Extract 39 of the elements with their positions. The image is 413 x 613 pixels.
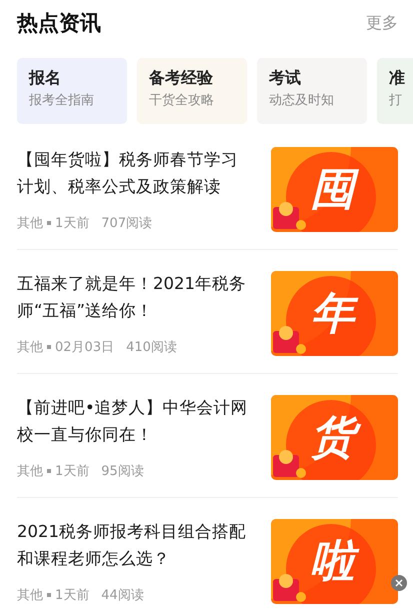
article-title[interactable]: 【囤年货啦】税务师春节学习计划、税率公式及政策解读 xyxy=(17,146,251,200)
article-source: 其他 xyxy=(17,339,43,356)
article-time: 02月03日 xyxy=(55,339,114,356)
article-source: 其他 xyxy=(17,587,43,604)
category-title: 报名 xyxy=(29,68,62,89)
category-card[interactable]: 备考经验 干货全攻略 xyxy=(137,58,247,124)
thumbnail-caption: 货 xyxy=(306,410,362,465)
separator-icon xyxy=(47,469,51,473)
article-title[interactable]: 2021税务师报考科目组合搭配和课程老师怎么选？ xyxy=(17,518,251,572)
read-count: 95阅读 xyxy=(101,463,144,480)
read-count: 44阅读 xyxy=(101,587,144,604)
thumbnail-caption: 啦 xyxy=(306,534,362,589)
section-title: 热点资讯 xyxy=(17,10,101,37)
separator-icon xyxy=(47,221,51,225)
category-title: 备考经验 xyxy=(149,68,214,89)
article-source: 其他 xyxy=(17,215,43,232)
article-time: 1天前 xyxy=(55,463,90,480)
read-count: 410阅读 xyxy=(126,339,177,356)
thumbnail-caption: 年 xyxy=(306,286,362,341)
close-icon xyxy=(395,579,403,587)
category-subtitle: 干货全攻略 xyxy=(149,92,215,109)
category-title: 准 xyxy=(389,68,406,89)
article-time: 1天前 xyxy=(55,587,90,604)
category-subtitle: 报考全指南 xyxy=(29,92,95,109)
category-card[interactable]: 考试 动态及时知 xyxy=(257,58,367,124)
category-card[interactable]: 报名 报考全指南 xyxy=(17,58,127,124)
category-title: 考试 xyxy=(269,68,302,89)
thumbnail-caption: 囤 xyxy=(306,162,362,217)
category-subtitle: 动态及时知 xyxy=(269,92,335,109)
article-title[interactable]: 【前进吧•追梦人】中华会计网校一直与你同在！ xyxy=(17,394,251,448)
article-title[interactable]: 五福来了就是年！2021年税务师“五福”送给你！ xyxy=(17,270,251,324)
article-time: 1天前 xyxy=(55,215,90,232)
category-card[interactable]: 准 打 xyxy=(377,58,413,124)
separator-icon xyxy=(47,345,51,349)
close-button[interactable] xyxy=(391,575,407,591)
separator-icon xyxy=(47,593,51,597)
article-source: 其他 xyxy=(17,463,43,480)
read-count: 707阅读 xyxy=(101,215,152,232)
category-subtitle: 打 xyxy=(389,92,403,109)
